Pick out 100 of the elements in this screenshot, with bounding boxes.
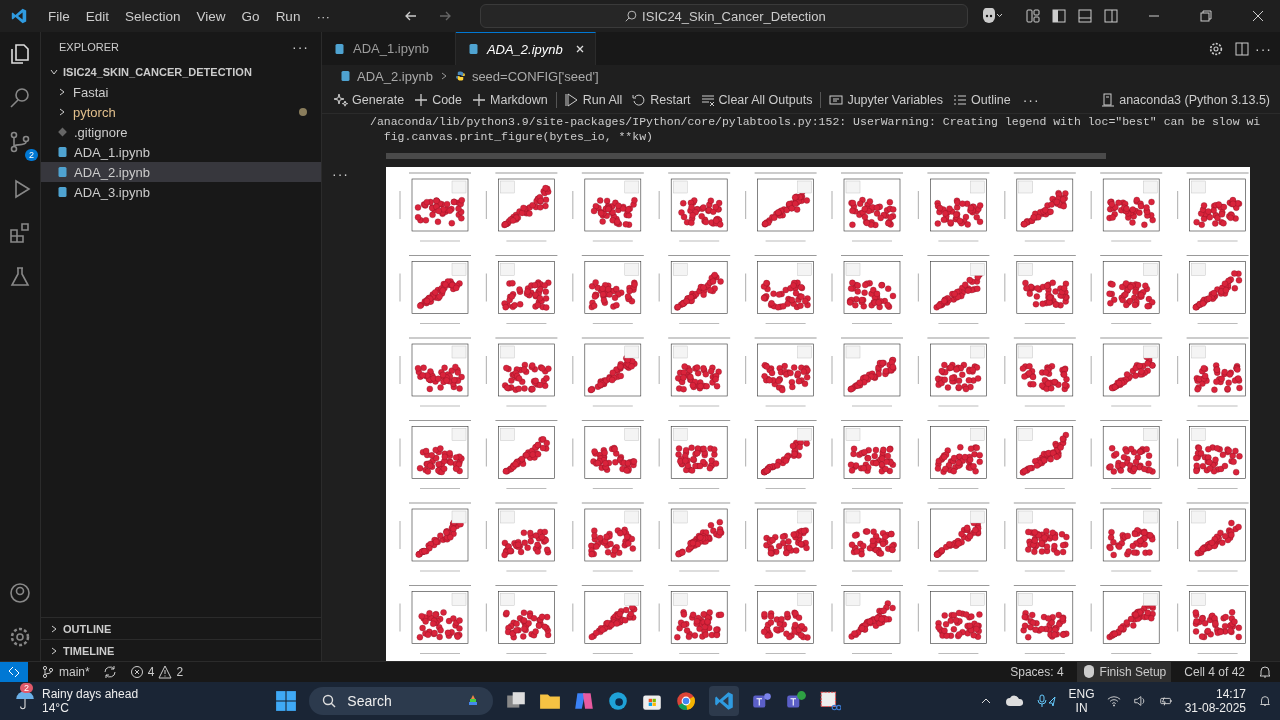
branch-indicator[interactable]: main* — [36, 662, 95, 682]
close-icon[interactable] — [574, 44, 585, 54]
menu-item[interactable]: Selection — [117, 8, 189, 24]
temperature-text: 14°C — [42, 701, 70, 715]
taskbar-search-field[interactable]: Search — [309, 687, 494, 715]
branch-icon — [41, 665, 55, 679]
notification-badge: 2 — [20, 682, 33, 693]
menu-item[interactable]: ··· — [308, 8, 338, 24]
toolbar-button[interactable]: Code — [410, 91, 466, 109]
tree-item[interactable]: Fastai — [41, 82, 321, 102]
toolbar-button[interactable]: Clear All Outputs — [696, 91, 817, 109]
settings-icon[interactable] — [8, 625, 32, 649]
editor-tab[interactable]: ADA_1.ipynb — [322, 32, 456, 65]
cloud-icon[interactable] — [1004, 694, 1025, 708]
server-icon — [1101, 93, 1116, 107]
extensions-icon[interactable] — [8, 221, 32, 245]
menu-item[interactable]: Run — [267, 8, 309, 24]
notebook-icon — [57, 146, 68, 158]
notebook-icon — [467, 43, 479, 55]
toolbar-button[interactable]: Generate — [330, 91, 409, 109]
account-icon[interactable] — [8, 581, 32, 605]
toolbar-button[interactable]: Outline — [949, 91, 1015, 109]
notebook-icon — [340, 70, 351, 82]
breadcrumb-item[interactable]: seed=CONFIG['seed'] — [471, 68, 599, 84]
plus-icon — [472, 93, 486, 107]
windows-start-icon[interactable] — [275, 690, 298, 712]
wifi-icon[interactable] — [1106, 694, 1121, 708]
toolbar-button[interactable]: Jupyter Variables — [825, 91, 948, 109]
sparkle-icon — [334, 93, 348, 107]
sidebar-toggle-icon[interactable] — [1051, 8, 1067, 24]
weather-text[interactable]: Rainy days ahead — [42, 687, 139, 701]
restart-icon — [632, 93, 647, 107]
chrome-icon[interactable] — [675, 690, 698, 712]
more-actions-icon[interactable]: ··· — [332, 167, 376, 181]
panel-header[interactable]: OUTLINE — [41, 617, 321, 639]
menu-item[interactable]: Go — [233, 8, 268, 24]
status-item[interactable]: Cell 4 of 42 — [1179, 662, 1250, 682]
close-icon[interactable] — [1250, 8, 1266, 24]
chevron-icon — [49, 623, 59, 634]
toolbar-button[interactable]: Markdown — [468, 91, 552, 109]
menu-item[interactable]: Edit — [77, 8, 118, 24]
kernel-picker[interactable]: anaconda3 (Python 3.13.5) — [1097, 91, 1274, 109]
tree-item[interactable]: ADA_1.ipynb — [41, 142, 321, 162]
layout-icon[interactable] — [1025, 8, 1041, 24]
more-actions-icon[interactable]: ··· — [292, 39, 309, 55]
menu-item[interactable]: File — [40, 8, 78, 24]
microphone-icon[interactable] — [1036, 694, 1057, 708]
python-icon — [454, 70, 466, 82]
toolbar-button[interactable]: Run All — [560, 91, 627, 109]
command-center[interactable]: ISIC24_Skin_Cancer_Detection — [479, 4, 968, 28]
problems-indicator[interactable]: 4 2 — [124, 662, 189, 682]
count-badge: 2 — [25, 149, 38, 161]
bell-icon[interactable] — [1258, 665, 1272, 679]
search-icon[interactable] — [8, 86, 32, 110]
editor-tab[interactable]: ADA_2.ipynb — [455, 32, 596, 65]
restore-icon[interactable] — [1198, 8, 1214, 24]
remote-icon — [7, 665, 21, 679]
search-icon — [321, 693, 338, 709]
secondary-sidebar-icon[interactable] — [1103, 8, 1119, 24]
tree-item[interactable]: pytorch — [41, 102, 321, 122]
tree-item[interactable]: ADA_3.ipynb — [41, 182, 321, 202]
breadcrumb-item[interactable]: ADA_2.ipynb — [357, 68, 433, 84]
clock[interactable]: 14:17 31-08-2025 — [1184, 687, 1246, 715]
source-control-icon[interactable] — [8, 130, 32, 154]
toolbar-button[interactable]: Restart — [628, 91, 695, 109]
split-editor-icon[interactable] — [1234, 40, 1250, 57]
snipping-tool-icon[interactable] — [819, 690, 842, 712]
error-icon — [129, 665, 144, 679]
notebook-icon — [57, 186, 68, 198]
sync-icon[interactable] — [102, 665, 117, 679]
more-actions-icon[interactable]: ··· — [1022, 92, 1040, 108]
menu-item[interactable]: View — [188, 8, 234, 24]
variables-icon — [829, 93, 844, 107]
settings-icon[interactable] — [1208, 40, 1224, 57]
clear-icon — [700, 93, 715, 107]
tree-item[interactable]: ISIC24_SKIN_CANCER_DETECTION — [41, 62, 321, 82]
speaker-icon[interactable] — [1132, 694, 1147, 708]
browser-icon[interactable] — [607, 690, 630, 712]
notebook-icon — [57, 166, 68, 178]
input-language-indicator[interactable]: ENG IN — [1068, 687, 1095, 715]
plus-icon — [414, 93, 429, 107]
status-item[interactable]: Spaces: 4 — [1005, 662, 1069, 682]
files-icon[interactable] — [8, 42, 32, 66]
modified-dot — [299, 108, 307, 116]
list-icon — [953, 93, 968, 107]
status-item[interactable]: Finish Setup — [1076, 662, 1172, 682]
notification-icon[interactable] — [1258, 694, 1272, 708]
play-icon — [564, 93, 579, 107]
tree-item[interactable]: .gitignore — [41, 122, 321, 142]
explorer-title: EXPLORER — [59, 41, 119, 53]
panel-toggle-icon[interactable] — [1077, 8, 1093, 24]
flask-icon[interactable] — [8, 265, 32, 289]
chevron-icon — [49, 645, 59, 656]
tree-item[interactable]: ADA_2.ipynb — [41, 162, 321, 182]
more-actions-icon[interactable]: ··· — [1255, 40, 1272, 57]
notebook-icon — [334, 42, 345, 55]
remote-button[interactable] — [0, 662, 28, 682]
vscode-icon[interactable] — [709, 686, 740, 716]
vscode-logo-icon — [10, 7, 28, 25]
diamond-icon — [57, 126, 68, 138]
